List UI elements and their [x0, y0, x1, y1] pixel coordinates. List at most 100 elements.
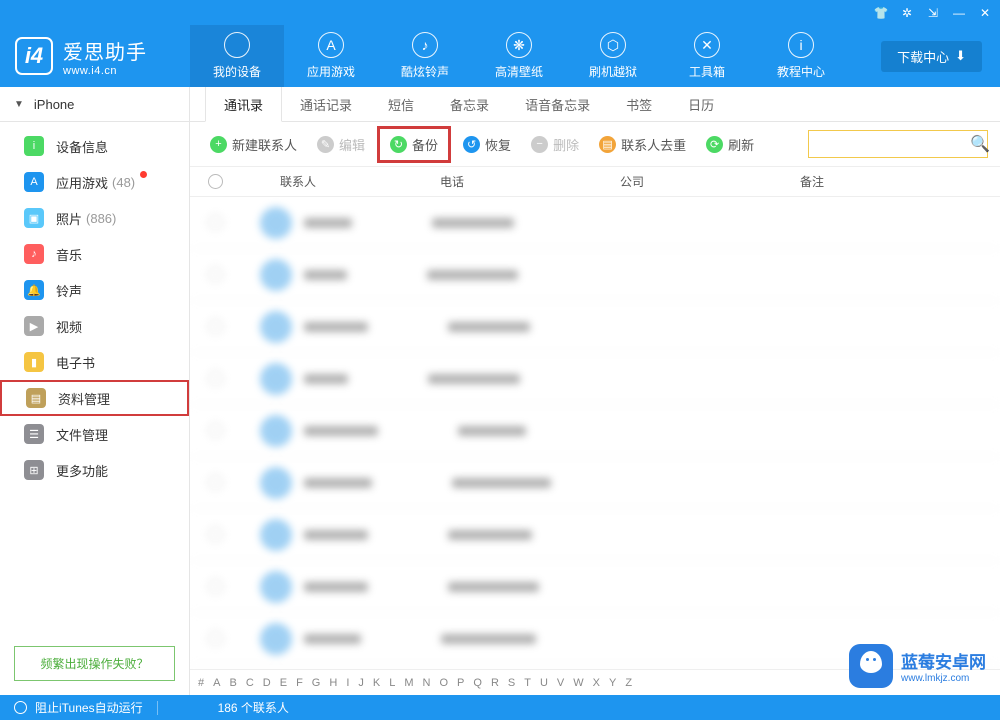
sidebar-item-电子书[interactable]: ▮电子书 — [0, 344, 189, 380]
row-checkbox[interactable] — [208, 371, 223, 386]
alpha-#[interactable]: # — [198, 677, 204, 689]
sidebar-item-音乐[interactable]: ♪音乐 — [0, 236, 189, 272]
contact-row[interactable] — [190, 561, 1000, 613]
shirt-icon[interactable]: 👕 — [874, 6, 888, 20]
alpha-W[interactable]: W — [573, 677, 583, 689]
contact-row[interactable] — [190, 197, 1000, 249]
gear-icon[interactable]: ✲ — [900, 6, 914, 20]
alpha-J[interactable]: J — [358, 677, 364, 689]
alpha-R[interactable]: R — [491, 677, 499, 689]
row-checkbox[interactable] — [208, 631, 223, 646]
row-checkbox[interactable] — [208, 527, 223, 542]
nav-工具箱[interactable]: ✕工具箱 — [660, 25, 754, 87]
tab-日历[interactable]: 日历 — [670, 87, 732, 121]
alpha-C[interactable]: C — [246, 677, 254, 689]
col-name[interactable]: 联系人 — [240, 173, 440, 190]
notification-dot — [140, 171, 147, 178]
sidebar-item-文件管理[interactable]: ☰文件管理 — [0, 416, 189, 452]
tab-书签[interactable]: 书签 — [608, 87, 670, 121]
alpha-F[interactable]: F — [296, 677, 303, 689]
search-box[interactable]: 🔍 — [808, 130, 988, 158]
alpha-T[interactable]: T — [524, 677, 531, 689]
row-checkbox[interactable] — [208, 423, 223, 438]
row-checkbox[interactable] — [208, 579, 223, 594]
search-input[interactable] — [815, 137, 970, 151]
alpha-B[interactable]: B — [229, 677, 236, 689]
tab-语音备忘录[interactable]: 语音备忘录 — [507, 87, 608, 121]
nav-刷机越狱[interactable]: ⬡刷机越狱 — [566, 25, 660, 87]
contact-row[interactable] — [190, 457, 1000, 509]
alpha-Q[interactable]: Q — [473, 677, 482, 689]
nav-教程中心[interactable]: i教程中心 — [754, 25, 848, 87]
contact-row[interactable] — [190, 249, 1000, 301]
toolbar-备份[interactable]: ↻备份 — [377, 126, 451, 163]
nav-高清壁纸[interactable]: ❋高清壁纸 — [472, 25, 566, 87]
sidebar-item-资料管理[interactable]: ▤资料管理 — [0, 380, 189, 416]
contact-row[interactable] — [190, 405, 1000, 457]
alpha-E[interactable]: E — [280, 677, 287, 689]
toolbar-编辑: ✎编辑 — [309, 131, 373, 158]
row-checkbox[interactable] — [208, 215, 223, 230]
toolbar-刷新[interactable]: ⟳刷新 — [698, 131, 762, 158]
toolbar-icon: + — [210, 136, 227, 153]
sidebar-item-照片[interactable]: ▣照片(886) — [0, 200, 189, 236]
contact-rows — [190, 197, 1000, 669]
alpha-H[interactable]: H — [329, 677, 337, 689]
alpha-G[interactable]: G — [312, 677, 321, 689]
device-selector[interactable]: ▼ iPhone — [0, 87, 189, 122]
alpha-A[interactable]: A — [213, 677, 220, 689]
tab-短信[interactable]: 短信 — [370, 87, 432, 121]
download-center-button[interactable]: 下载中心 ⬇ — [881, 41, 982, 72]
tab-备忘录[interactable]: 备忘录 — [432, 87, 507, 121]
toolbar-恢复[interactable]: ↺恢复 — [455, 131, 519, 158]
select-all-checkbox[interactable] — [208, 174, 223, 189]
alpha-K[interactable]: K — [373, 677, 380, 689]
col-notes[interactable]: 备注 — [800, 173, 1000, 190]
alpha-L[interactable]: L — [389, 677, 395, 689]
search-icon[interactable]: 🔍 — [970, 134, 990, 154]
sidebar-item-更多功能[interactable]: ⊞更多功能 — [0, 452, 189, 488]
col-company[interactable]: 公司 — [620, 173, 800, 190]
alpha-U[interactable]: U — [540, 677, 548, 689]
alpha-Z[interactable]: Z — [625, 677, 632, 689]
minimize-icon[interactable]: — — [952, 6, 966, 20]
stop-itunes-icon[interactable] — [14, 701, 27, 714]
row-checkbox[interactable] — [208, 475, 223, 490]
alpha-V[interactable]: V — [557, 677, 564, 689]
toolbar-新建联系人[interactable]: +新建联系人 — [202, 131, 305, 158]
row-checkbox[interactable] — [208, 319, 223, 334]
alpha-N[interactable]: N — [423, 677, 431, 689]
alpha-S[interactable]: S — [508, 677, 515, 689]
row-checkbox[interactable] — [208, 267, 223, 282]
tab-通讯录[interactable]: 通讯录 — [205, 87, 282, 122]
help-link[interactable]: 频繁出现操作失败？ — [14, 646, 175, 681]
alpha-I[interactable]: I — [346, 677, 349, 689]
contact-row[interactable] — [190, 353, 1000, 405]
alpha-M[interactable]: M — [404, 677, 413, 689]
alpha-X[interactable]: X — [593, 677, 600, 689]
nav-酷炫铃声[interactable]: ♪酷炫铃声 — [378, 25, 472, 87]
alpha-O[interactable]: O — [439, 677, 448, 689]
avatar — [260, 415, 292, 447]
contact-row[interactable] — [190, 509, 1000, 561]
pin-icon[interactable]: ⇲ — [926, 6, 940, 20]
stop-itunes-label[interactable]: 阻止iTunes自动运行 — [35, 699, 143, 716]
sidebar-item-应用游戏[interactable]: A应用游戏(48) — [0, 164, 189, 200]
status-count: 186 个联系人 — [218, 699, 289, 716]
sidebar-icon: ▶ — [24, 316, 44, 336]
sidebar-item-视频[interactable]: ▶视频 — [0, 308, 189, 344]
alpha-D[interactable]: D — [263, 677, 271, 689]
toolbar-联系人去重[interactable]: ▤联系人去重 — [591, 131, 694, 158]
tab-通话记录[interactable]: 通话记录 — [282, 87, 370, 121]
sidebar-icon: 🔔 — [24, 280, 44, 300]
close-icon[interactable]: ✕ — [978, 6, 992, 20]
contact-row[interactable] — [190, 301, 1000, 353]
sidebar-item-设备信息[interactable]: i设备信息 — [0, 128, 189, 164]
sidebar-item-铃声[interactable]: 🔔铃声 — [0, 272, 189, 308]
nav-我的设备[interactable]: 我的设备 — [190, 25, 284, 87]
alpha-P[interactable]: P — [457, 677, 464, 689]
nav-应用游戏[interactable]: A应用游戏 — [284, 25, 378, 87]
alpha-Y[interactable]: Y — [609, 677, 616, 689]
col-phone[interactable]: 电话 — [440, 173, 620, 190]
avatar — [260, 207, 292, 239]
